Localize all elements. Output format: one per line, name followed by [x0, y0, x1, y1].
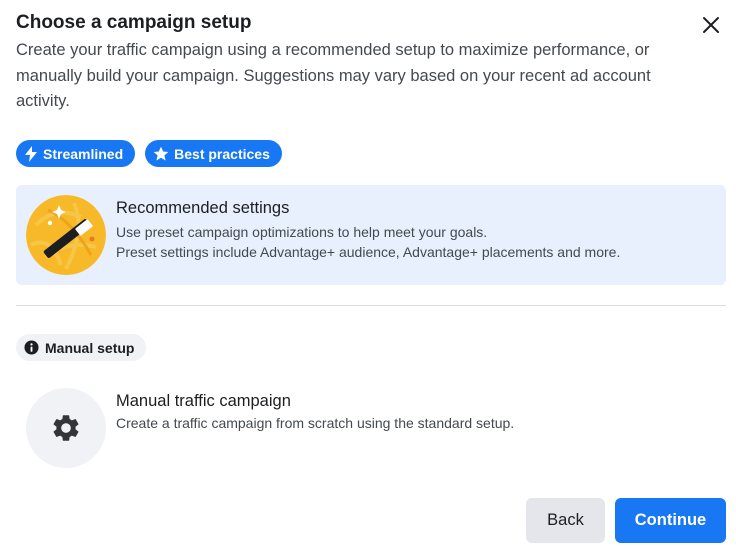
streamlined-badge: Streamlined	[16, 140, 136, 167]
star-icon	[153, 146, 169, 160]
campaign-setup-dialog: Choose a campaign setup Create your traf…	[0, 0, 736, 549]
manual-description: Create a traffic campaign from scratch u…	[116, 415, 515, 431]
gear-icon-circle[interactable]	[26, 388, 106, 468]
magic-wand-icon	[26, 195, 106, 275]
recommended-badges: Streamlined Best practices	[16, 140, 282, 167]
recommended-settings-option[interactable]: Recommended settings Use preset campaign…	[16, 185, 726, 285]
manual-title: Manual traffic campaign	[116, 392, 291, 410]
recommended-details: Preset settings include Advantage+ audie…	[116, 244, 621, 260]
lightning-icon	[25, 145, 37, 162]
recommended-title: Recommended settings	[116, 199, 290, 217]
manual-traffic-campaign-option[interactable]: Manual traffic campaign Create a traffic…	[116, 392, 514, 431]
recommended-text: Recommended settings Use preset campaign…	[116, 199, 620, 262]
gear-icon	[53, 415, 79, 441]
close-button[interactable]	[698, 12, 724, 38]
manual-setup-badge: Manual setup	[16, 334, 147, 361]
recommended-description: Use preset campaign optimizations to hel…	[116, 224, 488, 240]
badge-label: Best practices	[174, 145, 270, 162]
section-divider	[16, 305, 726, 306]
dialog-title: Choose a campaign setup	[16, 12, 252, 33]
best-practices-badge: Best practices	[145, 140, 282, 167]
manual-setup-label: Manual setup	[45, 339, 135, 356]
back-button[interactable]: Back	[526, 498, 605, 543]
continue-button[interactable]: Continue	[615, 498, 726, 543]
badge-label: Streamlined	[43, 145, 124, 162]
dialog-subtitle: Create your traffic campaign using a rec…	[16, 41, 651, 110]
close-icon[interactable]	[702, 16, 720, 34]
info-icon	[24, 340, 39, 355]
